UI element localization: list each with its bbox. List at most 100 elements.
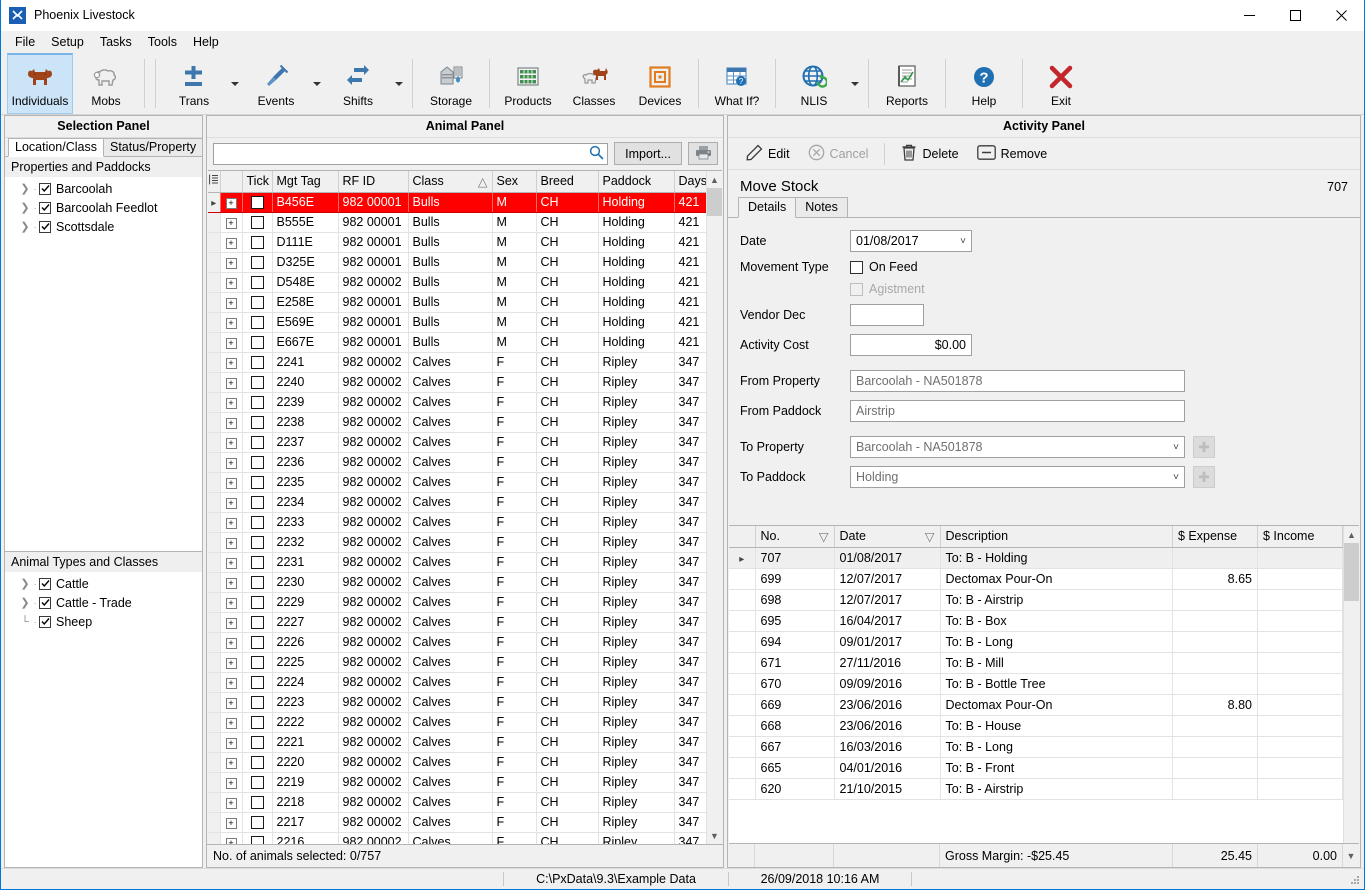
plus-box-icon[interactable]: + [225,778,237,789]
table-row[interactable]: +2237 982 00002 Calves F CH Ripley 347 [208,432,706,453]
tick-checkbox[interactable] [250,716,264,730]
row-expander[interactable]: + [220,392,243,413]
row-tick-cell[interactable] [242,792,273,813]
toolbar-dropdown-nlis[interactable] [847,53,863,114]
search-icon[interactable] [589,145,604,163]
plus-box-icon[interactable]: + [225,658,237,669]
search-box[interactable] [213,142,609,165]
checkbox-checked[interactable] [39,220,51,233]
table-row[interactable]: +2218 982 00002 Calves F CH Ripley 347 [208,792,706,813]
plus-box-icon[interactable]: + [225,638,237,649]
plus-box-icon[interactable]: + [225,458,237,469]
row-tick-cell[interactable] [242,772,273,793]
row-expander[interactable]: + [220,272,243,293]
row-expander[interactable]: + [220,532,243,553]
row-tick-cell[interactable] [242,532,273,553]
tree-item-sheep[interactable]: └ · Sheep [5,612,202,631]
table-row[interactable]: + D111E 982 00001 Bulls M CH Holding 421 [208,232,706,253]
chevron-down-icon[interactable]: ˅ [954,236,966,247]
tree-item-barcoolah-feedlot[interactable]: ❯ · Barcoolah Feedlot [5,198,202,217]
tick-checkbox[interactable] [250,376,264,390]
tab-location-class[interactable]: Location/Class [8,138,104,157]
table-row[interactable]: +2223 982 00002 Calves F CH Ripley 347 [208,692,706,713]
activity-row[interactable]: 670 09/09/2016 To: B - Bottle Tree [729,673,1343,695]
tick-checkbox[interactable] [250,576,264,590]
row-tick-cell[interactable] [242,732,273,753]
plus-box-icon[interactable]: + [225,798,237,809]
row-tick-cell[interactable] [242,712,273,733]
scroll-thumb[interactable] [1343,543,1359,601]
tick-checkbox[interactable] [250,776,264,790]
row-expander[interactable]: + [220,572,243,593]
col-sex[interactable]: Sex [492,171,537,193]
tick-checkbox[interactable] [250,276,264,290]
table-row[interactable]: + E667E 982 00001 Bulls M CH Holding 421 [208,332,706,353]
row-expander[interactable]: + [220,772,243,793]
table-row[interactable]: +2229 982 00002 Calves F CH Ripley 347 [208,592,706,613]
row-expander[interactable]: + [220,472,243,493]
plus-box-icon[interactable]: + [225,578,237,589]
activity-row[interactable]: 620 21/10/2015 To: B - Airstrip [729,778,1343,800]
table-row[interactable]: +2239 982 00002 Calves F CH Ripley 347 [208,392,706,413]
tree-item-cattle-trade[interactable]: ❯ · Cattle - Trade [5,593,202,612]
table-row[interactable]: +2232 982 00002 Calves F CH Ripley 347 [208,532,706,553]
chevron-down-icon[interactable]: ˅ [1167,442,1179,453]
plus-box-icon[interactable]: + [225,818,237,829]
vendor-dec-field[interactable] [850,304,924,326]
row-expander[interactable]: + [220,312,243,333]
row-tick-cell[interactable] [242,412,273,433]
activity-row[interactable]: 671 27/11/2016 To: B - Mill [729,652,1343,674]
table-row[interactable]: +2225 982 00002 Calves F CH Ripley 347 [208,652,706,673]
table-row[interactable]: + E569E 982 00001 Bulls M CH Holding 421 [208,312,706,333]
row-tick-cell[interactable] [242,432,273,453]
plus-box-icon[interactable]: + [225,538,237,549]
row-tick-cell[interactable] [242,252,273,273]
plus-box-icon[interactable]: + [225,758,237,769]
activity-row[interactable]: 698 12/07/2017 To: B - Airstrip [729,589,1343,611]
plus-box-icon[interactable]: + [225,338,237,349]
plus-box-icon[interactable]: + [225,398,237,409]
plus-box-icon[interactable]: + [225,738,237,749]
tick-checkbox[interactable] [250,356,264,370]
grid-menu-icon[interactable] [208,171,221,193]
edit-button[interactable]: Edit [738,141,798,167]
table-row[interactable]: +2235 982 00002 Calves F CH Ripley 347 [208,472,706,493]
table-row[interactable]: + B555E 982 00001 Bulls M CH Holding 421 [208,212,706,233]
scroll-track[interactable] [1343,543,1359,843]
tick-checkbox[interactable] [250,596,264,610]
tick-checkbox[interactable] [250,816,264,830]
row-expander[interactable]: + [220,252,243,273]
col-description[interactable]: Description [940,526,1173,548]
table-row[interactable]: +2234 982 00002 Calves F CH Ripley 347 [208,492,706,513]
close-button[interactable] [1318,0,1364,31]
resize-grip-icon[interactable] [1347,872,1361,886]
table-row[interactable]: +2216 982 00002 Calves F CH Ripley 347 [208,832,706,844]
plus-box-icon[interactable]: + [225,298,237,309]
table-row[interactable]: +2230 982 00002 Calves F CH Ripley 347 [208,572,706,593]
table-row[interactable]: +2219 982 00002 Calves F CH Ripley 347 [208,772,706,793]
row-tick-cell[interactable] [242,272,273,293]
row-expander[interactable]: + [220,652,243,673]
tick-checkbox[interactable] [250,476,264,490]
tick-checkbox[interactable] [250,336,264,350]
row-expander[interactable]: + [220,372,243,393]
col-days[interactable]: Days [674,171,706,193]
print-button[interactable] [688,142,718,165]
tick-checkbox[interactable] [250,536,264,550]
row-tick-cell[interactable] [242,832,273,844]
import-button[interactable]: Import... [614,142,682,165]
activity-row[interactable]: 669 23/06/2016 Dectomax Pour-On 8.80 [729,694,1343,716]
tree-item-cattle[interactable]: ❯ · Cattle [5,574,202,593]
tick-checkbox[interactable] [250,236,264,250]
to-paddock-field[interactable]: Holding ˅ [850,466,1185,488]
toolbar-button-trans[interactable]: Trans [161,53,227,114]
on-feed-checkbox-row[interactable]: On Feed [850,260,918,274]
col-date[interactable]: Date ▽ [834,526,941,548]
row-expander[interactable]: + [220,432,243,453]
activity-grid-scrollbar[interactable]: ▲ [1343,526,1359,843]
table-row[interactable]: + E258E 982 00001 Bulls M CH Holding 421 [208,292,706,313]
toolbar-button-individuals[interactable]: Individuals [7,53,73,114]
row-tick-cell[interactable] [242,552,273,573]
row-expander[interactable]: + [220,512,243,533]
table-row[interactable]: +2231 982 00002 Calves F CH Ripley 347 [208,552,706,573]
